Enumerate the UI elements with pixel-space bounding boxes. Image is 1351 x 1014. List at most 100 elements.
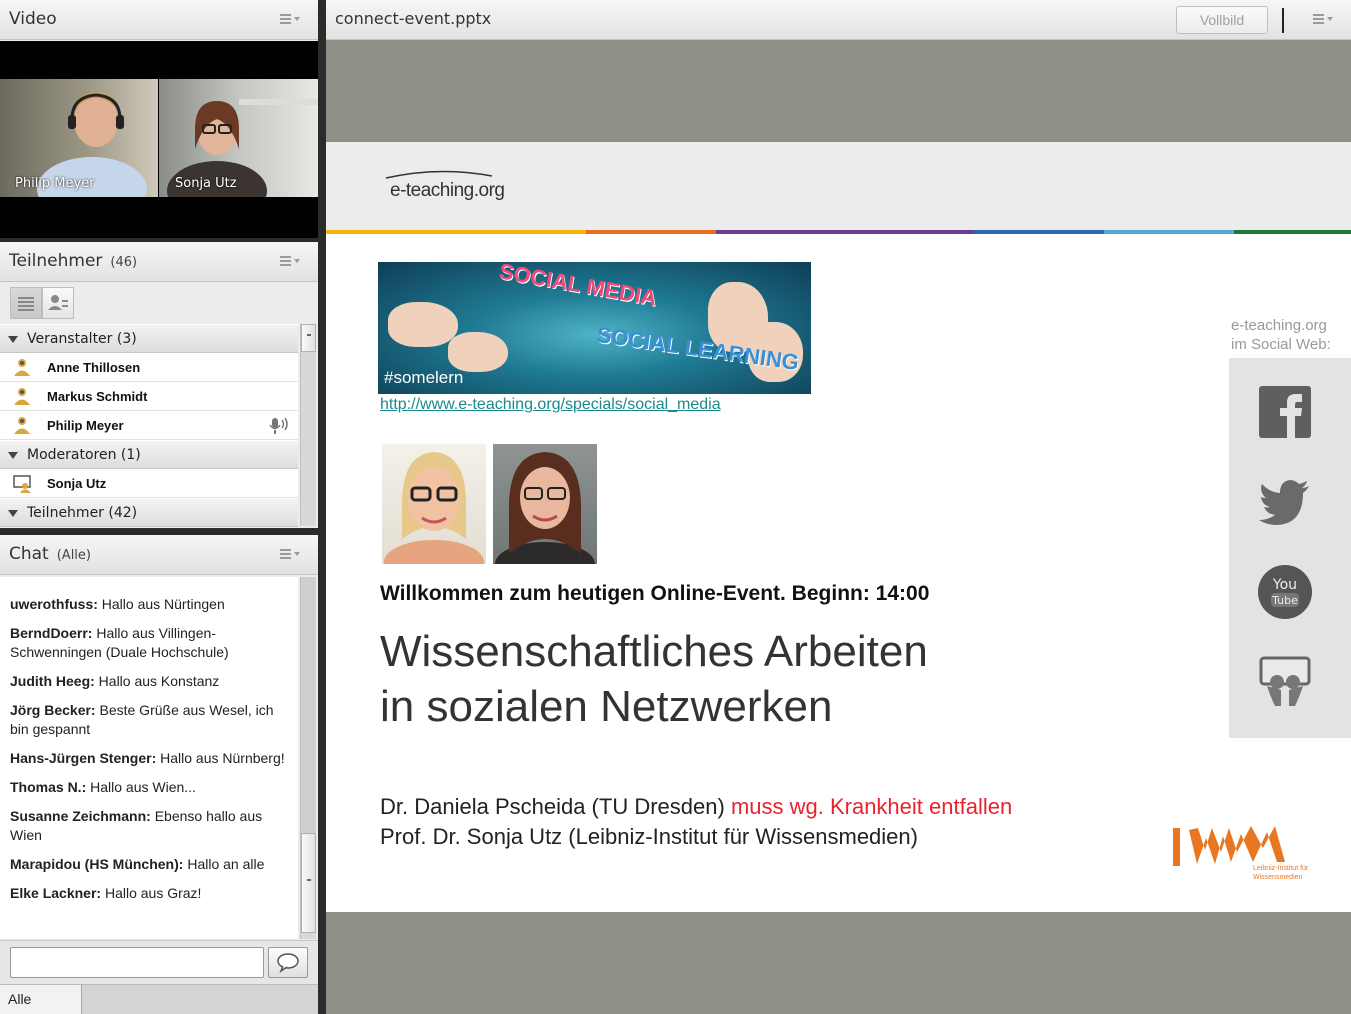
list-item[interactable]: Philip Meyer: [0, 411, 298, 440]
scrollbar-thumb[interactable]: [301, 324, 316, 352]
chat-author: Hans-Jürgen Stenger:: [10, 750, 157, 766]
list-view-button[interactable]: [10, 287, 42, 319]
pod-menu-icon[interactable]: [280, 255, 302, 267]
group-header-presenters[interactable]: Moderatoren (1): [0, 440, 298, 469]
stripe-segment: [1234, 230, 1351, 234]
stripe-segment: [1104, 230, 1234, 234]
chat-message: BerndDoerr: Hallo aus Villingen-Schwenni…: [10, 618, 288, 666]
share-pod-header: connect-event.pptx Vollbild: [326, 0, 1351, 40]
collapse-triangle-icon[interactable]: [8, 336, 18, 343]
chat-author: BerndDoerr:: [10, 625, 93, 641]
chat-message: uwerothfuss: Hallo aus Nürtingen: [10, 589, 288, 618]
attendee-name: Philip Meyer: [47, 418, 124, 433]
attendee-pod-header: Teilnehmer (46): [0, 242, 318, 282]
collapse-triangle-icon[interactable]: [8, 510, 18, 517]
chat-message: Jörg Becker: Beste Grüße aus Wesel, ich …: [10, 695, 288, 743]
chat-text: Hallo an alle: [183, 856, 265, 872]
group-label: Teilnehmer (42): [27, 505, 138, 521]
slideshare-icon[interactable]: [1257, 654, 1313, 710]
scrollbar-thumb[interactable]: [301, 833, 316, 933]
youtube-text-2: Tube: [1271, 594, 1298, 607]
attendee-name: Sonja Utz: [47, 476, 107, 491]
host-icon: [14, 417, 30, 434]
view-toggle: [10, 287, 76, 319]
tab-everyone[interactable]: Alle: [0, 985, 82, 1014]
video-pod: Video Philip Meyer Sonja Utz: [0, 0, 318, 238]
twitter-icon[interactable]: [1257, 474, 1313, 530]
list-item[interactable]: Anne Thillosen: [0, 353, 298, 382]
speaker-1-name: Dr. Daniela Pscheida (TU Dresden): [380, 794, 725, 819]
list-view-icon: [18, 297, 34, 311]
video-name-label: Philip Meyer: [15, 176, 95, 191]
list-item[interactable]: Sonja Utz: [0, 469, 298, 498]
share-pod: connect-event.pptx Vollbild e-teaching.o…: [326, 0, 1351, 1014]
social-media-banner: SOCIAL MEDIA SOCIAL LEARNING #somelern: [378, 262, 811, 394]
chat-log-spacer: [0, 577, 298, 589]
scroll-grip-icon: [307, 334, 311, 344]
chat-author: Judith Heeg:: [10, 673, 95, 689]
pod-menu-icon[interactable]: [1313, 13, 1335, 25]
group-header-hosts[interactable]: Veranstalter (3): [0, 324, 298, 353]
hand-graphic: [388, 302, 458, 347]
attendee-scrollbar[interactable]: [300, 324, 316, 526]
presenter-icon: [13, 475, 31, 493]
stripe-segment: [974, 230, 1104, 234]
chat-author: Thomas N.:: [10, 779, 87, 795]
stripe-segment: [586, 230, 716, 234]
group-label: Veranstalter (3): [27, 331, 137, 347]
chat-message: Susanne Zeichmann: Ebenso hallo aus Wien: [10, 801, 288, 849]
youtube-icon[interactable]: You Tube: [1257, 564, 1313, 620]
banner-title-1: SOCIAL MEDIA: [497, 262, 659, 311]
speaker-2-name: Prof. Dr. Sonja Utz (Leibniz-Institut fü…: [380, 824, 918, 849]
chat-author: Elke Lackner:: [10, 885, 102, 901]
chat-text: Hallo aus Nürtingen: [97, 596, 225, 612]
chat-author: Marapidou (HS München):: [10, 856, 184, 872]
welcome-text: Willkommen zum heutigen Online-Event. Be…: [380, 582, 930, 605]
detail-view-button[interactable]: [42, 287, 74, 319]
iwm-sub-line-2: Wissensmedien: [1253, 874, 1303, 881]
pod-menu-icon[interactable]: [280, 13, 302, 25]
chat-input-bar: [0, 940, 318, 984]
chat-title-text: Chat: [9, 544, 49, 564]
chat-message: Thomas N.: Hallo aus Wien...: [10, 772, 288, 801]
speaker-list: Dr. Daniela Pscheida (TU Dresden) muss w…: [380, 792, 1012, 852]
video-area: Philip Meyer Sonja Utz: [0, 41, 318, 238]
chat-message: Judith Heeg: Hallo aus Konstanz: [10, 666, 288, 695]
speaker-1-note: muss wg. Krankheit entfallen: [730, 794, 1013, 819]
video-feed-philip[interactable]: Philip Meyer: [0, 79, 158, 197]
scrollbar-track[interactable]: [301, 577, 316, 833]
scroll-grip-icon: [307, 879, 311, 889]
attendee-title-text: Teilnehmer: [9, 251, 103, 271]
pod-menu-icon[interactable]: [280, 548, 302, 560]
send-button[interactable]: [268, 947, 308, 978]
collapse-triangle-icon[interactable]: [8, 452, 18, 459]
video-feed-sonja[interactable]: Sonja Utz: [159, 79, 318, 197]
video-pod-header: Video: [0, 0, 318, 40]
host-icon: [14, 359, 30, 376]
speaker-photo-2: [493, 444, 597, 564]
attendee-pod-title: Teilnehmer (46): [9, 251, 137, 271]
chat-text: Hallo aus Graz!: [101, 885, 202, 901]
iwm-sub-line-1: Leibniz-Institut für: [1253, 865, 1309, 872]
chat-text: Hallo aus Wien...: [86, 779, 196, 795]
host-icon: [14, 388, 30, 405]
attendee-pod: Teilnehmer (46) Veranstalter (3) Anne Th…: [0, 242, 318, 528]
chat-message: Elke Lackner: Hallo aus Graz!: [10, 878, 288, 907]
chat-author: Susanne Zeichmann:: [10, 808, 151, 824]
special-link[interactable]: http://www.e-teaching.org/specials/socia…: [380, 396, 721, 414]
hand-graphic: [448, 332, 508, 372]
chat-scrollbar[interactable]: [300, 577, 316, 939]
facebook-icon[interactable]: [1257, 384, 1313, 440]
list-item[interactable]: Markus Schmidt: [0, 382, 298, 411]
group-header-participants[interactable]: Teilnehmer (42): [0, 498, 298, 527]
person-card-icon: [48, 295, 68, 310]
speech-bubble-icon: [277, 953, 299, 973]
chat-message-input[interactable]: [10, 947, 264, 978]
banner-hashtag: #somelern: [384, 368, 464, 387]
portrait-icon: [384, 452, 484, 564]
fullscreen-button[interactable]: Vollbild: [1176, 6, 1268, 34]
stripe-segment: [716, 230, 974, 234]
social-label-line-1: e-teaching.org: [1231, 317, 1327, 334]
portrait-icon: [495, 452, 595, 564]
speaker-line-1: Dr. Daniela Pscheida (TU Dresden) muss w…: [380, 792, 1012, 822]
